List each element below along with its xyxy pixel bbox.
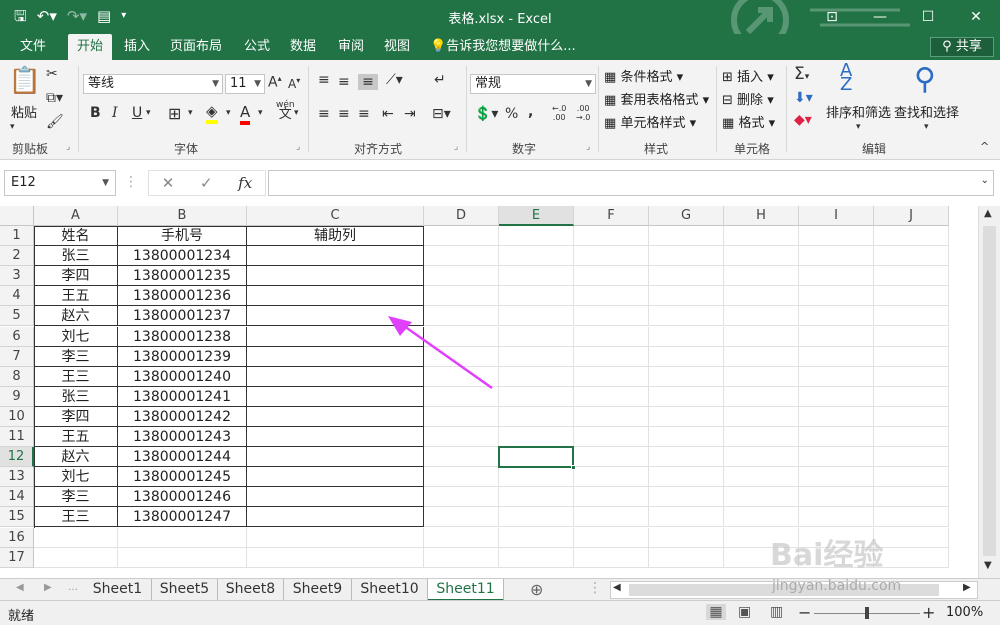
sheet-tab[interactable]: Sheet10 — [352, 579, 428, 601]
arrow-line — [403, 324, 493, 390]
sheet-tab[interactable]: Sheet8 — [218, 579, 284, 601]
scroll-right-icon[interactable]: ▶ — [963, 582, 971, 593]
watermark-logo: Bai经验 — [770, 538, 884, 573]
sheet-tab[interactable]: Sheet9 — [284, 579, 352, 601]
normal-view-icon[interactable]: ▦ — [706, 604, 726, 620]
zoom-slider-thumb[interactable] — [865, 607, 869, 619]
scroll-left-icon[interactable]: ◀ — [613, 582, 621, 593]
add-sheet-icon[interactable]: ⊕ — [530, 580, 543, 599]
watermark-url: jingyan.baidu.com — [772, 578, 902, 594]
sheet-tab[interactable]: Sheet1 — [84, 579, 152, 601]
zoom-in-icon[interactable]: + — [922, 603, 935, 622]
zoom-level[interactable]: 100% — [946, 605, 983, 620]
page-break-view-icon[interactable]: ▥ — [770, 604, 783, 620]
next-sheet-icon[interactable]: ▶ — [44, 582, 52, 593]
status-text: 就绪 — [8, 609, 35, 624]
sheet-tab-active[interactable]: Sheet11 — [428, 579, 504, 601]
drag-handle-icon[interactable]: ⋮ — [588, 580, 602, 596]
arrow-head — [388, 316, 412, 336]
prev-sheet-icon[interactable]: ◀ — [16, 582, 24, 593]
status-bar: 就绪 ▦ ▣ ▥ − + 100% — [0, 600, 1000, 625]
page-layout-view-icon[interactable]: ▣ — [738, 604, 751, 620]
zoom-out-icon[interactable]: − — [798, 603, 811, 622]
sheet-tab[interactable]: Sheet5 — [152, 579, 218, 601]
